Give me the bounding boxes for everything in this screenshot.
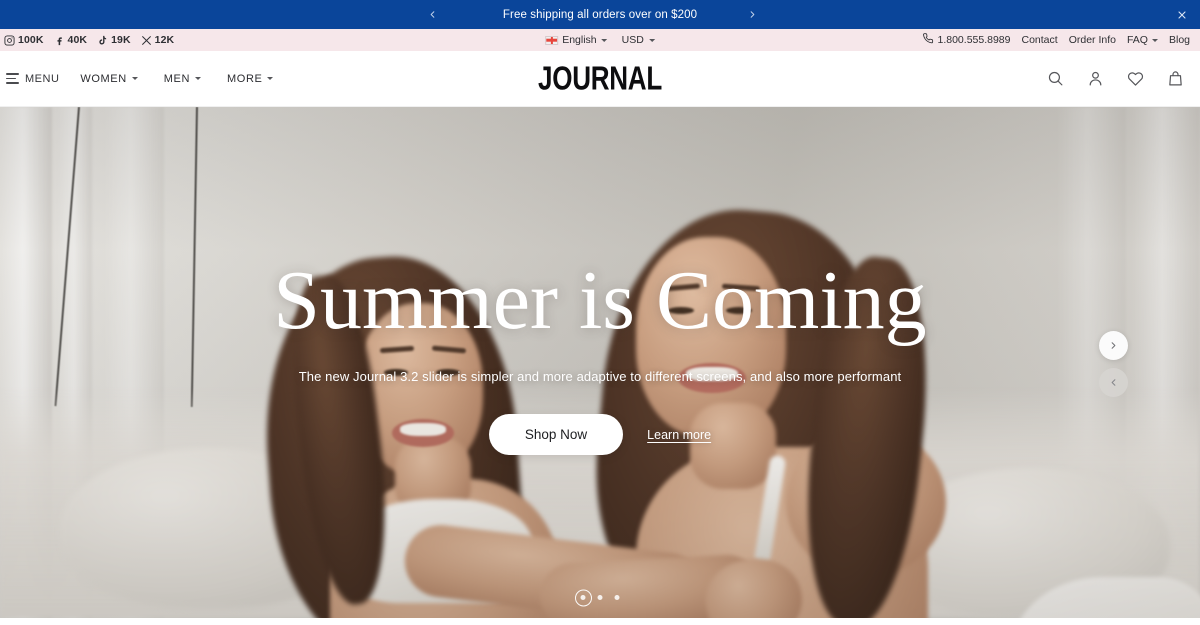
hero-dot-1[interactable] [580,595,586,600]
instagram-icon [4,34,15,46]
search-icon[interactable] [1044,68,1066,90]
tiktok-icon [97,35,108,46]
shop-now-button[interactable]: Shop Now [488,414,624,455]
utility-bar: 100K 40K 19K 12K English USD 1.800.555.8… [0,29,1200,51]
caret-down-icon [1151,38,1158,42]
nav-item-men[interactable]: MEN [151,67,214,91]
caret-down-icon [648,38,655,42]
caret-down-icon [267,77,274,80]
social-links: 100K 40K 19K 12K [4,34,174,46]
account-icon[interactable] [1084,68,1106,90]
hero-title: Summer is Coming [273,254,927,347]
announcement-text: Free shipping all orders over on $200 [502,8,698,21]
caret-down-icon [131,77,138,80]
utility-link-label: Order Info [1068,34,1116,46]
flag-icon [545,35,559,45]
caret-down-icon [601,38,608,42]
nav-item-label: WOMEN [80,72,127,85]
hero-pagination [580,595,620,600]
main-header: MENU WOMEN MEN MORE JOURNAL [0,51,1200,107]
learn-more-link[interactable]: Learn more [647,428,711,442]
x-twitter-icon [141,35,152,46]
announcement-bar: Free shipping all orders over on $200 [0,0,1200,29]
social-count: 19K [111,34,131,46]
utility-link-contact[interactable]: Contact [1022,34,1058,46]
phone-number: 1.800.555.8989 [937,34,1011,46]
hero-slider: Summer is Coming The new Journal 3.2 sli… [0,107,1200,618]
social-link-facebook[interactable]: 40K [54,34,88,46]
site-logo[interactable]: JOURNAL [538,60,662,98]
nav-item-label: MORE [227,72,263,85]
wishlist-heart-icon[interactable] [1124,68,1146,90]
menu-label: MENU [25,72,60,85]
close-icon[interactable] [1172,5,1192,25]
phone-icon [922,33,934,47]
hero-dot-2[interactable] [597,595,603,600]
hero-dot-3[interactable] [614,595,620,600]
announcement-next-button[interactable] [739,2,765,28]
phone-link[interactable]: 1.800.555.8989 [922,33,1011,47]
social-link-x-twitter[interactable]: 12K [141,34,175,46]
social-count: 40K [67,34,88,46]
utility-link-label: FAQ [1126,34,1148,46]
nav-item-women[interactable]: WOMEN [67,67,150,91]
currency-label: USD [621,34,644,46]
menu-button[interactable]: MENU [2,67,67,91]
utility-link-faq[interactable]: FAQ [1127,34,1158,46]
announcement-prev-button[interactable] [419,2,445,28]
utility-link-label: Blog [1168,34,1190,46]
hero-next-button[interactable] [1099,331,1128,360]
cart-bag-icon[interactable] [1164,68,1186,90]
hamburger-icon [6,73,19,84]
language-selector[interactable]: English [545,34,608,46]
hero-prev-button[interactable] [1099,368,1128,397]
social-link-instagram[interactable]: 100K [4,34,44,46]
social-link-tiktok[interactable]: 19K [97,34,131,46]
caret-down-icon [195,77,202,80]
utility-link-label: Contact [1021,34,1058,46]
social-count: 12K [154,34,175,46]
utility-link-blog[interactable]: Blog [1169,34,1190,46]
nav-item-more[interactable]: MORE [214,67,286,91]
facebook-icon [54,35,65,46]
hero-subtitle: The new Journal 3.2 slider is simpler an… [298,369,902,384]
utility-link-order-info[interactable]: Order Info [1069,34,1116,46]
currency-selector[interactable]: USD [622,34,655,46]
social-count: 100K [18,34,44,46]
language-label: English [562,34,597,46]
nav-item-label: MEN [163,72,191,85]
